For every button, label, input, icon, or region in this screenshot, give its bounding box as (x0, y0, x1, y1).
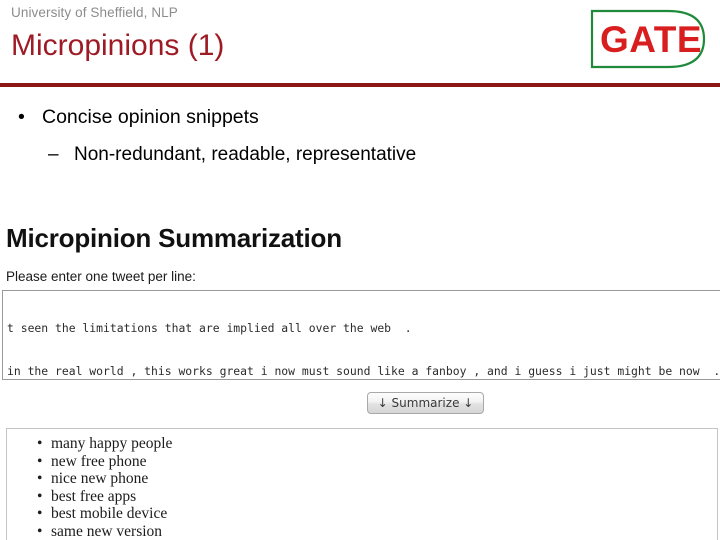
bullet-level2: – Non-redundant, readable, representativ… (0, 142, 720, 168)
list-item-text: nice new phone (51, 470, 149, 488)
textarea-line: in the real world , this works great i n… (7, 364, 720, 379)
list-item-text: many happy people (51, 435, 173, 452)
list-item: • nice new phone (37, 470, 717, 488)
bullet-dot-icon: • (37, 470, 43, 488)
textarea-line: t seen the limitations that are implied … (7, 320, 412, 335)
tweet-input-label: Please enter one tweet per line: (6, 269, 196, 284)
bullet-dot-icon: • (37, 452, 43, 470)
tweet-input-textarea[interactable]: t seen the limitations that are implied … (2, 290, 720, 380)
bullet-dot-icon: • (37, 487, 43, 505)
bullet-dot-icon: • (37, 505, 43, 523)
list-item-text: same new version (51, 522, 163, 540)
bullet-level2-text: Non-redundant, readable, representative (74, 144, 417, 166)
list-item-text: best free apps (51, 487, 137, 505)
list-item: • best mobile device (37, 505, 717, 523)
list-item: • new free phone (37, 452, 717, 471)
list-item-text: new free phone (51, 452, 147, 470)
summary-results-list: • many happy people • new free phone • n… (7, 429, 717, 540)
list-item: • many happy people (37, 435, 717, 453)
summary-results-panel: • many happy people • new free phone • n… (6, 428, 718, 540)
dash-marker-icon: – (48, 144, 59, 166)
bullet-level1: • Concise opinion snippets (0, 104, 720, 130)
gate-logo: GATE (588, 8, 710, 70)
bullet-dot-icon: • (37, 435, 43, 452)
organization-label: University of Sheffield, NLP (11, 5, 178, 20)
app-heading: Micropinion Summarization (6, 223, 342, 253)
page-title: Micropinions (1) (11, 29, 225, 62)
bullet-dot-icon: • (37, 522, 43, 540)
bullet-marker-icon: • (18, 106, 25, 128)
bullet-level1-text: Concise opinion snippets (42, 106, 259, 128)
header-divider (0, 83, 720, 87)
slide-header: University of Sheffield, NLP Micropinion… (0, 0, 720, 88)
summarize-button[interactable]: ↓ Summarize ↓ (367, 392, 484, 414)
gate-logo-text: GATE (600, 19, 702, 60)
list-item: • same new version (37, 522, 717, 540)
list-item: • best free apps (37, 487, 717, 506)
embedded-app-screenshot: Micropinion Summarization Please enter o… (0, 212, 720, 540)
list-item-text: best mobile device (51, 505, 168, 523)
slide-body-bullets: • Concise opinion snippets – Non-redunda… (0, 104, 720, 168)
